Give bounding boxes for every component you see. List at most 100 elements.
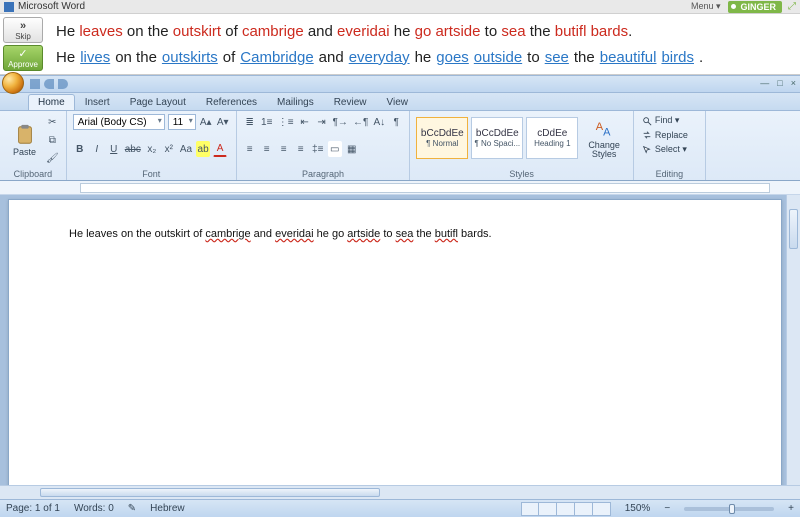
misspelled-word[interactable]: butifl bbox=[435, 228, 458, 240]
shrink-font-button[interactable]: A▾ bbox=[216, 114, 230, 130]
status-words[interactable]: Words: 0 bbox=[74, 503, 114, 514]
document-page[interactable]: He leaves on the outskirt of cambrige an… bbox=[8, 199, 782, 485]
zoom-in-button[interactable]: + bbox=[788, 503, 794, 514]
close-icon[interactable]: × bbox=[791, 78, 796, 88]
suggestion-word[interactable]: goes bbox=[436, 49, 469, 66]
subscript-button[interactable]: x₂ bbox=[145, 141, 159, 157]
suggestion-word[interactable]: everyday bbox=[349, 49, 410, 66]
font-color-button[interactable]: A bbox=[213, 141, 227, 157]
tab-view[interactable]: View bbox=[377, 94, 419, 110]
misspelled-word[interactable]: everidai bbox=[275, 228, 314, 240]
select-button[interactable]: Select ▾ bbox=[640, 143, 699, 156]
bullets-button[interactable]: ≣ bbox=[243, 114, 257, 130]
error-word[interactable]: go bbox=[415, 23, 432, 40]
line-spacing-button[interactable]: ‡≡ bbox=[311, 141, 325, 157]
ginger-brand-badge[interactable]: GINGER bbox=[728, 1, 782, 13]
ltr-button[interactable]: ¶→ bbox=[332, 114, 349, 130]
change-styles-button[interactable]: AAChangeStyles bbox=[581, 114, 627, 162]
tab-home[interactable]: Home bbox=[28, 94, 75, 110]
change-case-button[interactable]: Aa bbox=[179, 141, 193, 157]
error-word[interactable]: cambrige bbox=[242, 23, 304, 40]
text-fragment[interactable]: and bbox=[251, 228, 275, 240]
text-fragment[interactable]: he go bbox=[314, 228, 348, 240]
borders-button[interactable]: ▦ bbox=[345, 141, 359, 157]
view-full-screen[interactable] bbox=[539, 502, 557, 516]
redo-icon[interactable] bbox=[58, 79, 68, 89]
error-word[interactable]: bards bbox=[591, 23, 629, 40]
cut-button[interactable]: ✂ bbox=[45, 114, 60, 130]
minimize-icon[interactable]: — bbox=[760, 78, 769, 88]
misspelled-word[interactable]: cambrige bbox=[205, 228, 250, 240]
text-fragment[interactable]: to bbox=[380, 228, 395, 240]
horizontal-ruler[interactable] bbox=[0, 181, 800, 195]
style-heading-1[interactable]: cDdEeHeading 1 bbox=[526, 117, 578, 159]
vertical-scrollbar[interactable] bbox=[786, 195, 800, 485]
approve-button[interactable]: ✓ Approve bbox=[3, 45, 43, 71]
error-word[interactable]: butifl bbox=[555, 23, 587, 40]
align-justify-button[interactable]: ≡ bbox=[294, 141, 308, 157]
error-word[interactable]: sea bbox=[501, 23, 525, 40]
horizontal-scrollbar[interactable] bbox=[0, 485, 800, 499]
shading-button[interactable]: ▭ bbox=[328, 141, 342, 157]
text-fragment[interactable]: bards. bbox=[458, 228, 492, 240]
view-web-layout[interactable] bbox=[557, 502, 575, 516]
bold-button[interactable]: B bbox=[73, 141, 87, 157]
multilevel-button[interactable]: ⋮≡ bbox=[277, 114, 295, 130]
suggestion-word[interactable]: Cambridge bbox=[240, 49, 313, 66]
rtl-button[interactable]: ←¶ bbox=[352, 114, 369, 130]
status-language[interactable]: Hebrew bbox=[150, 503, 184, 514]
ginger-expand-icon[interactable]: ⤢ bbox=[788, 1, 796, 12]
copy-button[interactable]: ⧉ bbox=[45, 132, 60, 148]
sort-button[interactable]: A↓ bbox=[372, 114, 386, 130]
highlight-button[interactable]: ab bbox=[196, 141, 210, 157]
status-page[interactable]: Page: 1 of 1 bbox=[6, 503, 60, 514]
style--no-spaci-[interactable]: bCcDdEe¶ No Spaci... bbox=[471, 117, 523, 159]
undo-icon[interactable] bbox=[44, 79, 54, 89]
tab-review[interactable]: Review bbox=[324, 94, 377, 110]
tab-references[interactable]: References bbox=[196, 94, 267, 110]
vertical-scroll-thumb[interactable] bbox=[789, 209, 798, 249]
style--normal[interactable]: bCcDdEe¶ Normal bbox=[416, 117, 468, 159]
view-outline[interactable] bbox=[575, 502, 593, 516]
suggestion-word[interactable]: birds bbox=[661, 49, 694, 66]
numbering-button[interactable]: 1≡ bbox=[260, 114, 274, 130]
status-zoom[interactable]: 150% bbox=[625, 503, 651, 514]
align-left-button[interactable]: ≡ bbox=[243, 141, 257, 157]
font-name-combo[interactable]: Arial (Body CS) bbox=[73, 114, 165, 130]
error-word[interactable]: artside bbox=[435, 23, 480, 40]
font-size-combo[interactable]: 11 bbox=[168, 114, 196, 130]
restore-icon[interactable]: □ bbox=[777, 78, 782, 88]
suggestion-word[interactable]: lives bbox=[80, 49, 110, 66]
paste-button[interactable]: Paste bbox=[6, 114, 43, 166]
show-marks-button[interactable]: ¶ bbox=[389, 114, 403, 130]
zoom-slider[interactable] bbox=[684, 507, 774, 511]
decrease-indent-button[interactable]: ⇤ bbox=[298, 114, 312, 130]
ginger-menu[interactable]: Menu ▾ bbox=[691, 1, 721, 12]
italic-button[interactable]: I bbox=[90, 141, 104, 157]
misspelled-word[interactable]: sea bbox=[396, 228, 414, 240]
grow-font-button[interactable]: A▴ bbox=[199, 114, 213, 130]
tab-page-layout[interactable]: Page Layout bbox=[120, 94, 196, 110]
suggestion-word[interactable]: outskirts bbox=[162, 49, 218, 66]
zoom-out-button[interactable]: − bbox=[664, 503, 670, 514]
superscript-button[interactable]: x² bbox=[162, 141, 176, 157]
replace-button[interactable]: Replace bbox=[640, 129, 699, 141]
zoom-slider-knob[interactable] bbox=[729, 504, 735, 514]
document-text[interactable]: He leaves on the outskirt of cambrige an… bbox=[69, 228, 721, 240]
find-button[interactable]: Find ▾ bbox=[640, 114, 699, 127]
view-print-layout[interactable] bbox=[521, 502, 539, 516]
strikethrough-button[interactable]: abc bbox=[124, 141, 142, 157]
align-center-button[interactable]: ≡ bbox=[260, 141, 274, 157]
text-fragment[interactable]: the bbox=[413, 228, 434, 240]
format-painter-button[interactable]: 🖌 bbox=[45, 150, 60, 166]
text-fragment[interactable]: He leaves on the outskirt of bbox=[69, 228, 205, 240]
align-right-button[interactable]: ≡ bbox=[277, 141, 291, 157]
skip-button[interactable]: » Skip bbox=[3, 17, 43, 43]
tab-mailings[interactable]: Mailings bbox=[267, 94, 324, 110]
suggestion-word[interactable]: beautiful bbox=[600, 49, 657, 66]
error-word[interactable]: outskirt bbox=[173, 23, 221, 40]
increase-indent-button[interactable]: ⇥ bbox=[315, 114, 329, 130]
error-word[interactable]: leaves bbox=[79, 23, 122, 40]
office-button[interactable] bbox=[2, 72, 24, 94]
view-draft[interactable] bbox=[593, 502, 611, 516]
